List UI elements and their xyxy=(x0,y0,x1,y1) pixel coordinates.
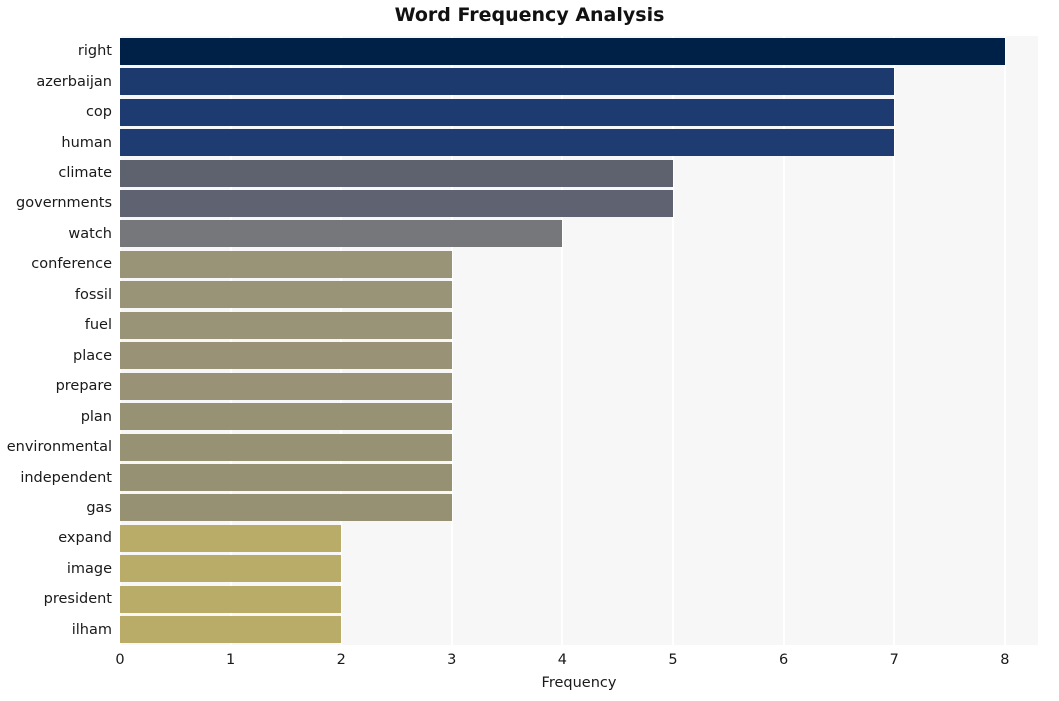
y-tick-label-prepare: prepare xyxy=(55,378,112,395)
x-tick-label-1: 1 xyxy=(225,652,236,668)
y-tick-label-right: right xyxy=(77,43,112,60)
x-tick-label-2: 2 xyxy=(336,652,346,668)
chart-title: Word Frequency Analysis xyxy=(394,4,665,26)
plot-area xyxy=(120,36,1038,645)
bar-environmental[interactable] xyxy=(120,433,452,461)
x-tick-label-5: 5 xyxy=(668,652,678,668)
y-axis-tick-labels: right azerbaijan cop human climate government… xyxy=(0,36,112,645)
bar-plan[interactable] xyxy=(120,403,452,431)
x-tick-label-7: 7 xyxy=(889,652,899,668)
y-tick-label-plan: plan xyxy=(80,408,112,425)
bar-human[interactable] xyxy=(120,129,895,157)
y-tick-label-expand: expand xyxy=(58,530,112,547)
x-axis-title: Frequency xyxy=(541,675,617,691)
bar-cop[interactable] xyxy=(120,98,895,126)
bar-gas[interactable] xyxy=(120,494,452,522)
y-tick-label-watch: watch xyxy=(68,225,112,242)
bar-governments[interactable] xyxy=(120,189,673,217)
bar-azerbaijan[interactable] xyxy=(120,68,895,96)
bar-independent[interactable] xyxy=(120,464,452,492)
y-tick-label-place: place xyxy=(72,347,112,364)
y-tick-label-president: president xyxy=(43,591,112,608)
y-tick-label-governments: governments xyxy=(16,195,112,212)
x-tick-label-6: 6 xyxy=(778,652,789,668)
y-tick-label-conference: conference xyxy=(31,256,112,273)
y-tick-label-human: human xyxy=(61,134,112,151)
bar-series xyxy=(120,36,1038,645)
chart-figure: Word Frequency Analysis right azerbaijan c… xyxy=(0,0,1059,701)
y-tick-label-environmental: environmental xyxy=(6,439,112,456)
bar-image[interactable] xyxy=(120,555,342,583)
bar-conference[interactable] xyxy=(120,250,452,278)
bar-ilham[interactable] xyxy=(120,616,342,644)
y-tick-label-cop: cop xyxy=(85,104,112,121)
y-tick-label-image: image xyxy=(66,560,112,577)
bar-right[interactable] xyxy=(120,37,1005,65)
bar-expand[interactable] xyxy=(120,524,342,552)
y-tick-label-ilham: ilham xyxy=(71,621,112,638)
y-tick-label-climate: climate xyxy=(58,165,112,182)
x-tick-label-0: 0 xyxy=(115,652,125,668)
y-tick-label-independent: independent xyxy=(20,469,112,486)
x-axis-tick-labels: 0 1 2 3 4 5 6 7 8 xyxy=(0,652,1059,672)
bar-fossil[interactable] xyxy=(120,281,452,309)
y-tick-label-gas: gas xyxy=(86,499,112,516)
bar-prepare[interactable] xyxy=(120,372,452,400)
bar-watch[interactable] xyxy=(120,220,563,248)
x-tick-label-8: 8 xyxy=(1000,652,1010,668)
y-tick-label-azerbaijan: azerbaijan xyxy=(36,73,112,90)
bar-place[interactable] xyxy=(120,342,452,370)
x-tick-label-4: 4 xyxy=(557,652,568,668)
bar-climate[interactable] xyxy=(120,159,673,187)
y-tick-label-fossil: fossil xyxy=(74,286,112,303)
bar-president[interactable] xyxy=(120,585,342,613)
x-tick-label-3: 3 xyxy=(447,652,457,668)
bar-fuel[interactable] xyxy=(120,311,452,339)
y-tick-label-fuel: fuel xyxy=(84,317,112,334)
